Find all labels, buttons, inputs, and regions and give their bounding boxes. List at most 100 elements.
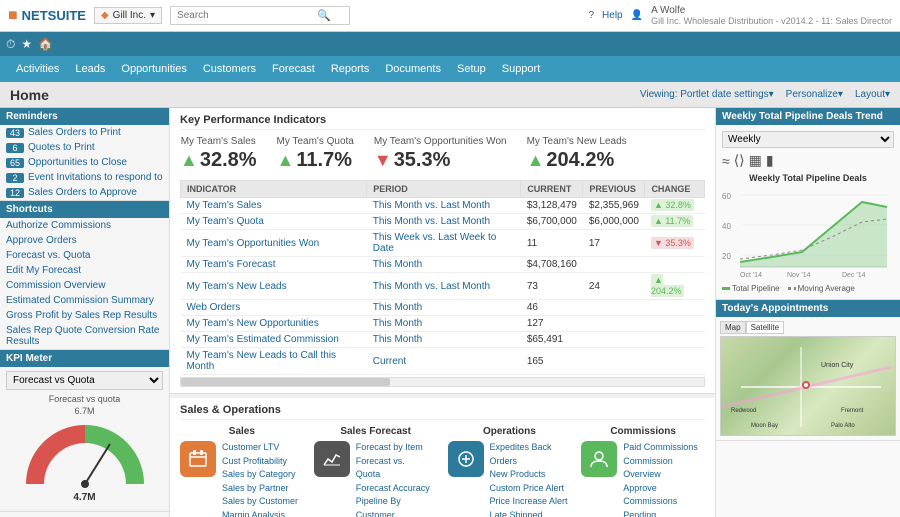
chart-bar-icon[interactable]: ▦ (749, 152, 762, 169)
reminder-label-4[interactable]: Event Invitations to respond to (28, 172, 163, 183)
comm-link-1[interactable]: Paid Commissions (623, 441, 705, 455)
nav-reports[interactable]: Reports (323, 56, 378, 82)
main: Reminders 43 Sales Orders to Print 6 Quo… (0, 108, 900, 517)
kpi-metric-quota-value: ▲ 11.7% (277, 149, 354, 172)
kpi-row-indicator[interactable]: My Team's Quota (181, 214, 367, 230)
reminder-label-5[interactable]: Sales Orders to Approve (28, 187, 137, 198)
shortcut-1[interactable]: Authorize Commissions (0, 218, 169, 233)
help-icon[interactable]: ? (588, 10, 594, 21)
kpi-row-indicator[interactable]: Web Orders (181, 300, 367, 316)
kpi-row-current: $3,128,479 (521, 198, 583, 214)
chart-col-icon[interactable]: ▮ (766, 152, 774, 169)
chart-area: Weekly ≈ ⟨⟩ ▦ ▮ Weekly Total Pipeline De… (716, 125, 900, 299)
kpi-row-change (645, 300, 705, 316)
search-icon[interactable]: 🔍 (317, 9, 331, 22)
ops-link-3[interactable]: Custom Price Alert (490, 482, 572, 496)
shortcut-3[interactable]: Forecast vs. Quota (0, 248, 169, 263)
kpi-row-indicator[interactable]: My Team's New Leads to Call this Month (181, 348, 367, 375)
forecast-link-4[interactable]: Forecast Accuracy (356, 482, 430, 496)
chart-period-select[interactable]: Weekly (722, 131, 894, 148)
search-box[interactable]: 🔍 (170, 6, 350, 25)
nav-bar: Activities Leads Opportunities Customers… (0, 56, 900, 82)
reminder-item-5[interactable]: 12 Sales Orders to Approve (0, 185, 169, 200)
kpi-row-indicator[interactable]: My Team's Sales (181, 198, 367, 214)
user-name: A Wolfe (651, 5, 685, 16)
sales-link-1[interactable]: Customer LTV (222, 441, 298, 455)
reminder-label-2[interactable]: Quotes to Print (28, 142, 95, 153)
nav-support[interactable]: Support (494, 56, 549, 82)
kpi-row-previous (583, 316, 645, 332)
nav-setup[interactable]: Setup (449, 56, 494, 82)
clock-icon[interactable]: ⏱ (6, 37, 15, 52)
shortcut-7[interactable]: Gross Profit by Sales Rep Results (0, 308, 169, 323)
forecast-link-1[interactable]: Forecast by Item (356, 441, 430, 455)
nav-activities[interactable]: Activities (8, 56, 67, 82)
kpi-row-indicator[interactable]: My Team's Forecast (181, 257, 367, 273)
kpi-row-period: This Month vs. Last Month (367, 214, 521, 230)
shortcut-5[interactable]: Commission Overview (0, 278, 169, 293)
shortcut-2[interactable]: Approve Orders (0, 233, 169, 248)
sales-link-2[interactable]: Cust Profitability (222, 455, 298, 469)
nav-leads[interactable]: Leads (67, 56, 113, 82)
kpi-metric-leads-value: ▲ 204.2% (527, 149, 627, 172)
ops-link-2[interactable]: New Products (490, 468, 572, 482)
sales-arrow: ▲ (180, 150, 198, 171)
sales-link-5[interactable]: Sales by Customer (222, 495, 298, 509)
reminder-item-4[interactable]: 2 Event Invitations to respond to (0, 170, 169, 185)
nav-documents[interactable]: Documents (377, 56, 449, 82)
ops-link-5[interactable]: Late Shipped (490, 509, 572, 517)
shortcut-8[interactable]: Sales Rep Quote Conversion Rate Results (0, 323, 169, 349)
map-tab-satellite[interactable]: Satellite (746, 321, 784, 334)
table-row: My Team's Estimated Commission This Mont… (181, 332, 705, 348)
viewing-link[interactable]: Viewing: Portlet date settings▾ (640, 89, 774, 100)
forecast-link-6[interactable]: Customer (356, 509, 430, 517)
sales-link-6[interactable]: Margin Analysis (222, 509, 298, 517)
kpi-table-scrollbar-thumb[interactable] (181, 378, 390, 386)
right-panel: Weekly Total Pipeline Deals Trend Weekly… (715, 108, 900, 517)
company-badge[interactable]: ◆ Gill Inc. ▾ (94, 7, 162, 24)
layout-link[interactable]: Layout▾ (855, 89, 890, 100)
chart-area-icon[interactable]: ⟨⟩ (734, 152, 745, 169)
reminder-item-3[interactable]: 65 Opportunities to Close (0, 155, 169, 170)
kpi-row-indicator[interactable]: My Team's Opportunities Won (181, 230, 367, 257)
shortcut-4[interactable]: Edit My Forecast (0, 263, 169, 278)
kpi-row-previous: 17 (583, 230, 645, 257)
forecast-link-5[interactable]: Pipeline By (356, 495, 430, 509)
sales-link-3[interactable]: Sales by Category (222, 468, 298, 482)
pipeline-title: Weekly Total Pipeline Deals Trend (716, 108, 900, 125)
forecast-link-3[interactable]: Quota (356, 468, 430, 482)
reminder-label-3[interactable]: Opportunities to Close (28, 157, 127, 168)
search-input[interactable] (177, 10, 317, 21)
map-area: Map Satellite Union City Redwood Fremont (716, 317, 900, 440)
comm-link-2[interactable]: Commission Overview (623, 455, 705, 482)
forecast-link-2[interactable]: Forecast vs. (356, 455, 430, 469)
kpi-row-indicator[interactable]: My Team's New Opportunities (181, 316, 367, 332)
shortcut-6[interactable]: Estimated Commission Summary (0, 293, 169, 308)
personalize-link[interactable]: Personalize▾ (786, 89, 843, 100)
kpi-row-indicator[interactable]: My Team's New Leads (181, 273, 367, 300)
home-icon[interactable]: 🏠 (38, 37, 53, 51)
reminder-label-1[interactable]: Sales Orders to Print (28, 127, 121, 138)
opps-arrow: ▼ (374, 150, 392, 171)
kpi-meter-select[interactable]: Forecast vs Quota (6, 371, 163, 390)
leads-value: 204.2% (546, 149, 614, 172)
sales-link-4[interactable]: Sales by Partner (222, 482, 298, 496)
ops-link-1[interactable]: Expedites Back Orders (490, 441, 572, 468)
map-tab-map[interactable]: Map (720, 321, 746, 334)
kpi-row-indicator[interactable]: My Team's Estimated Commission (181, 332, 367, 348)
nav-customers[interactable]: Customers (195, 56, 264, 82)
forecast-col: Sales Forecast Forecast by Item Forecast… (314, 426, 438, 517)
nav-opportunities[interactable]: Opportunities (113, 56, 194, 82)
chart-line-icon[interactable]: ≈ (722, 153, 730, 169)
star-icon[interactable]: ★ (21, 37, 32, 51)
nav-forecast[interactable]: Forecast (264, 56, 323, 82)
help-label[interactable]: Help (602, 10, 623, 21)
comm-link-4[interactable]: Pending Commissions (623, 509, 705, 517)
leads-arrow: ▲ (527, 150, 545, 171)
svg-text:Redwood: Redwood (731, 408, 756, 414)
reminder-item-2[interactable]: 6 Quotes to Print (0, 140, 169, 155)
reminder-item-1[interactable]: 43 Sales Orders to Print (0, 125, 169, 140)
ops-link-4[interactable]: Price Increase Alert (490, 495, 572, 509)
kpi-table-scrollbar[interactable] (180, 377, 705, 387)
comm-link-3[interactable]: Approve Commissions (623, 482, 705, 509)
